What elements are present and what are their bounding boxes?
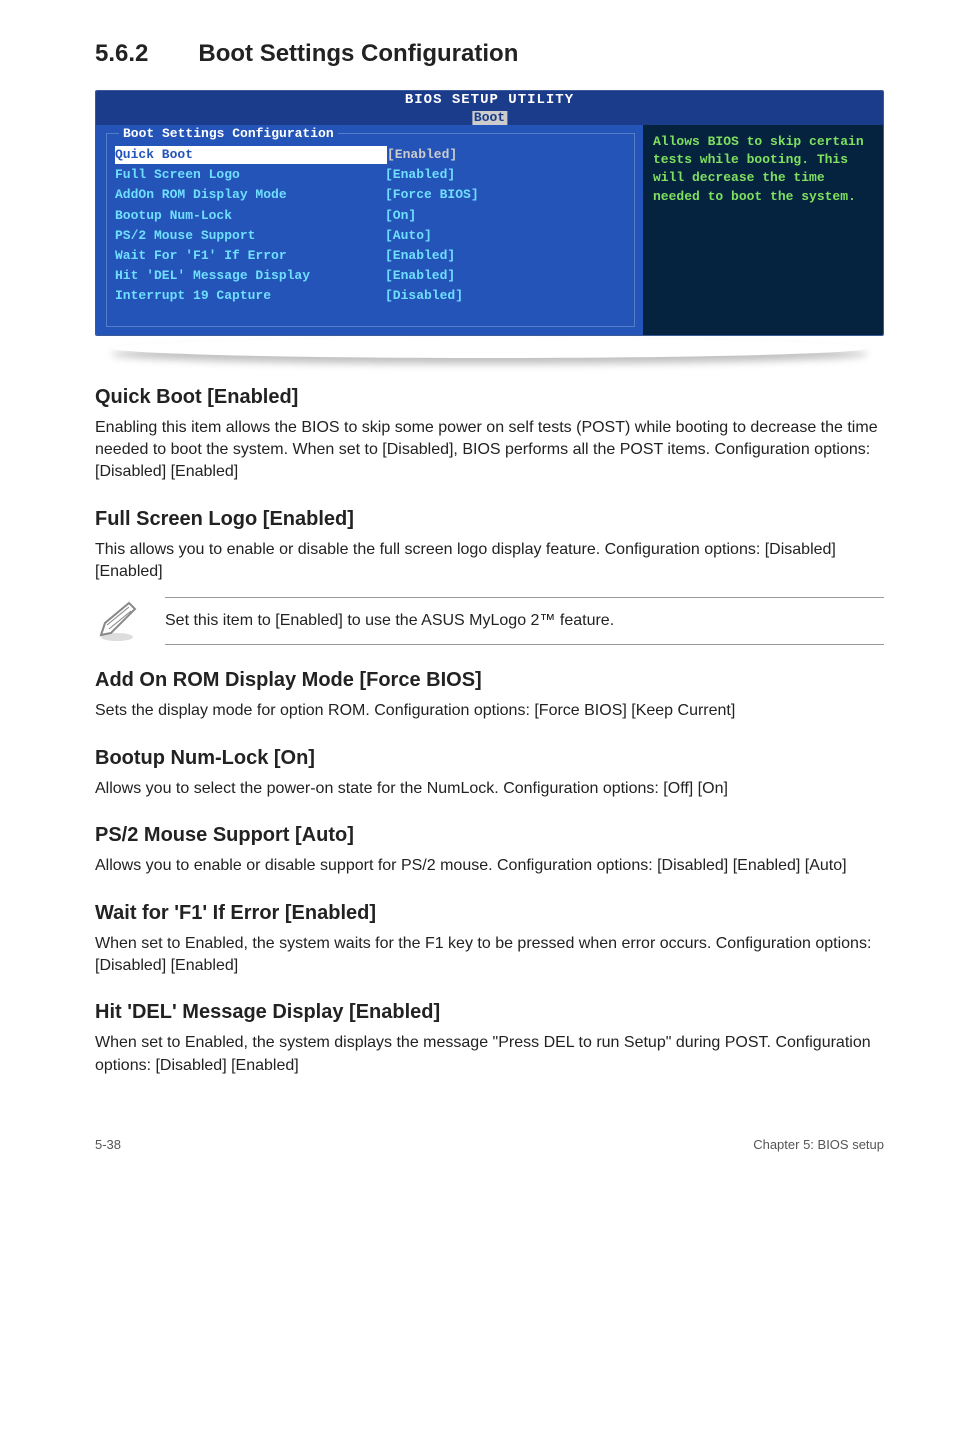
- bios-panel: BIOS SETUP UTILITY Boot Boot Settings Co…: [95, 90, 884, 336]
- bios-setting-label: Wait For 'F1' If Error: [115, 247, 385, 265]
- bios-active-tab: Boot: [472, 111, 507, 125]
- bios-setting-value: [Disabled]: [385, 287, 626, 305]
- bios-setting-row: Interrupt 19 Capture[Disabled]: [115, 287, 626, 305]
- subsection-heading: PS/2 Mouse Support [Auto]: [95, 824, 884, 847]
- bios-setting-value: [Enabled]: [385, 247, 626, 265]
- bios-setting-value: [Enabled]: [387, 146, 626, 164]
- subsection-body: Sets the display mode for option ROM. Co…: [95, 700, 884, 722]
- bios-setting-value: [Force BIOS]: [385, 186, 626, 204]
- bios-setting-value: [Enabled]: [385, 267, 626, 285]
- subsection-body: This allows you to enable or disable the…: [95, 539, 884, 584]
- bios-setting-label: Interrupt 19 Capture: [115, 287, 385, 305]
- bios-title-bar: BIOS SETUP UTILITY Boot: [96, 91, 883, 125]
- page-footer: 5-38 Chapter 5: BIOS setup: [95, 1137, 884, 1152]
- bios-setting-row: Full Screen Logo[Enabled]: [115, 166, 626, 184]
- note-block: Set this item to [Enabled] to use the AS…: [95, 597, 884, 645]
- subsection-heading: Bootup Num-Lock [On]: [95, 747, 884, 770]
- bios-setting-row: Hit 'DEL' Message Display[Enabled]: [115, 267, 626, 285]
- section-title: Boot Settings Configuration: [198, 40, 518, 67]
- bios-section-title: Boot Settings Configuration: [119, 125, 338, 143]
- bios-setting-row: Quick Boot[Enabled]: [115, 146, 626, 164]
- subsection-body: Allows you to enable or disable support …: [95, 855, 884, 877]
- subsection-heading: Hit 'DEL' Message Display [Enabled]: [95, 1001, 884, 1024]
- subsection-body: Allows you to select the power-on state …: [95, 778, 884, 800]
- section-number: 5.6.2: [95, 40, 148, 67]
- pencil-note-icon: [95, 599, 139, 643]
- footer-page-number: 5-38: [95, 1137, 121, 1152]
- footer-chapter: Chapter 5: BIOS setup: [753, 1137, 884, 1152]
- bios-setting-label: AddOn ROM Display Mode: [115, 186, 385, 204]
- subsection-body: Enabling this item allows the BIOS to sk…: [95, 417, 884, 484]
- section-heading: 5.6.2 Boot Settings Configuration: [95, 40, 884, 68]
- bios-title-text: BIOS SETUP UTILITY: [96, 91, 883, 109]
- bios-setting-row: Bootup Num-Lock[On]: [115, 207, 626, 225]
- subsection-heading: Quick Boot [Enabled]: [95, 386, 884, 409]
- subsection-heading: Full Screen Logo [Enabled]: [95, 508, 884, 531]
- note-text: Set this item to [Enabled] to use the AS…: [165, 597, 884, 645]
- subsection-heading: Wait for 'F1' If Error [Enabled]: [95, 902, 884, 925]
- bios-setting-label: Bootup Num-Lock: [115, 207, 385, 225]
- bios-setting-row: Wait For 'F1' If Error[Enabled]: [115, 247, 626, 265]
- bios-setting-row: AddOn ROM Display Mode[Force BIOS]: [115, 186, 626, 204]
- bios-settings-pane: Boot Settings Configuration Quick Boot[E…: [96, 125, 643, 335]
- bios-setting-label: PS/2 Mouse Support: [115, 227, 385, 245]
- bios-help-text: Allows BIOS to skip certain tests while …: [653, 133, 873, 206]
- bios-setting-value: [Auto]: [385, 227, 626, 245]
- bios-setting-label: Quick Boot: [115, 146, 387, 164]
- subsection-body: When set to Enabled, the system displays…: [95, 1032, 884, 1077]
- subsection-heading: Add On ROM Display Mode [Force BIOS]: [95, 669, 884, 692]
- bios-help-pane: Allows BIOS to skip certain tests while …: [643, 125, 883, 335]
- bios-setting-label: Hit 'DEL' Message Display: [115, 267, 385, 285]
- bios-setting-row: PS/2 Mouse Support[Auto]: [115, 227, 626, 245]
- subsection-body: When set to Enabled, the system waits fo…: [95, 933, 884, 978]
- bios-setting-value: [Enabled]: [385, 166, 626, 184]
- panel-shadow: [95, 342, 884, 360]
- bios-setting-label: Full Screen Logo: [115, 166, 385, 184]
- bios-setting-value: [On]: [385, 207, 626, 225]
